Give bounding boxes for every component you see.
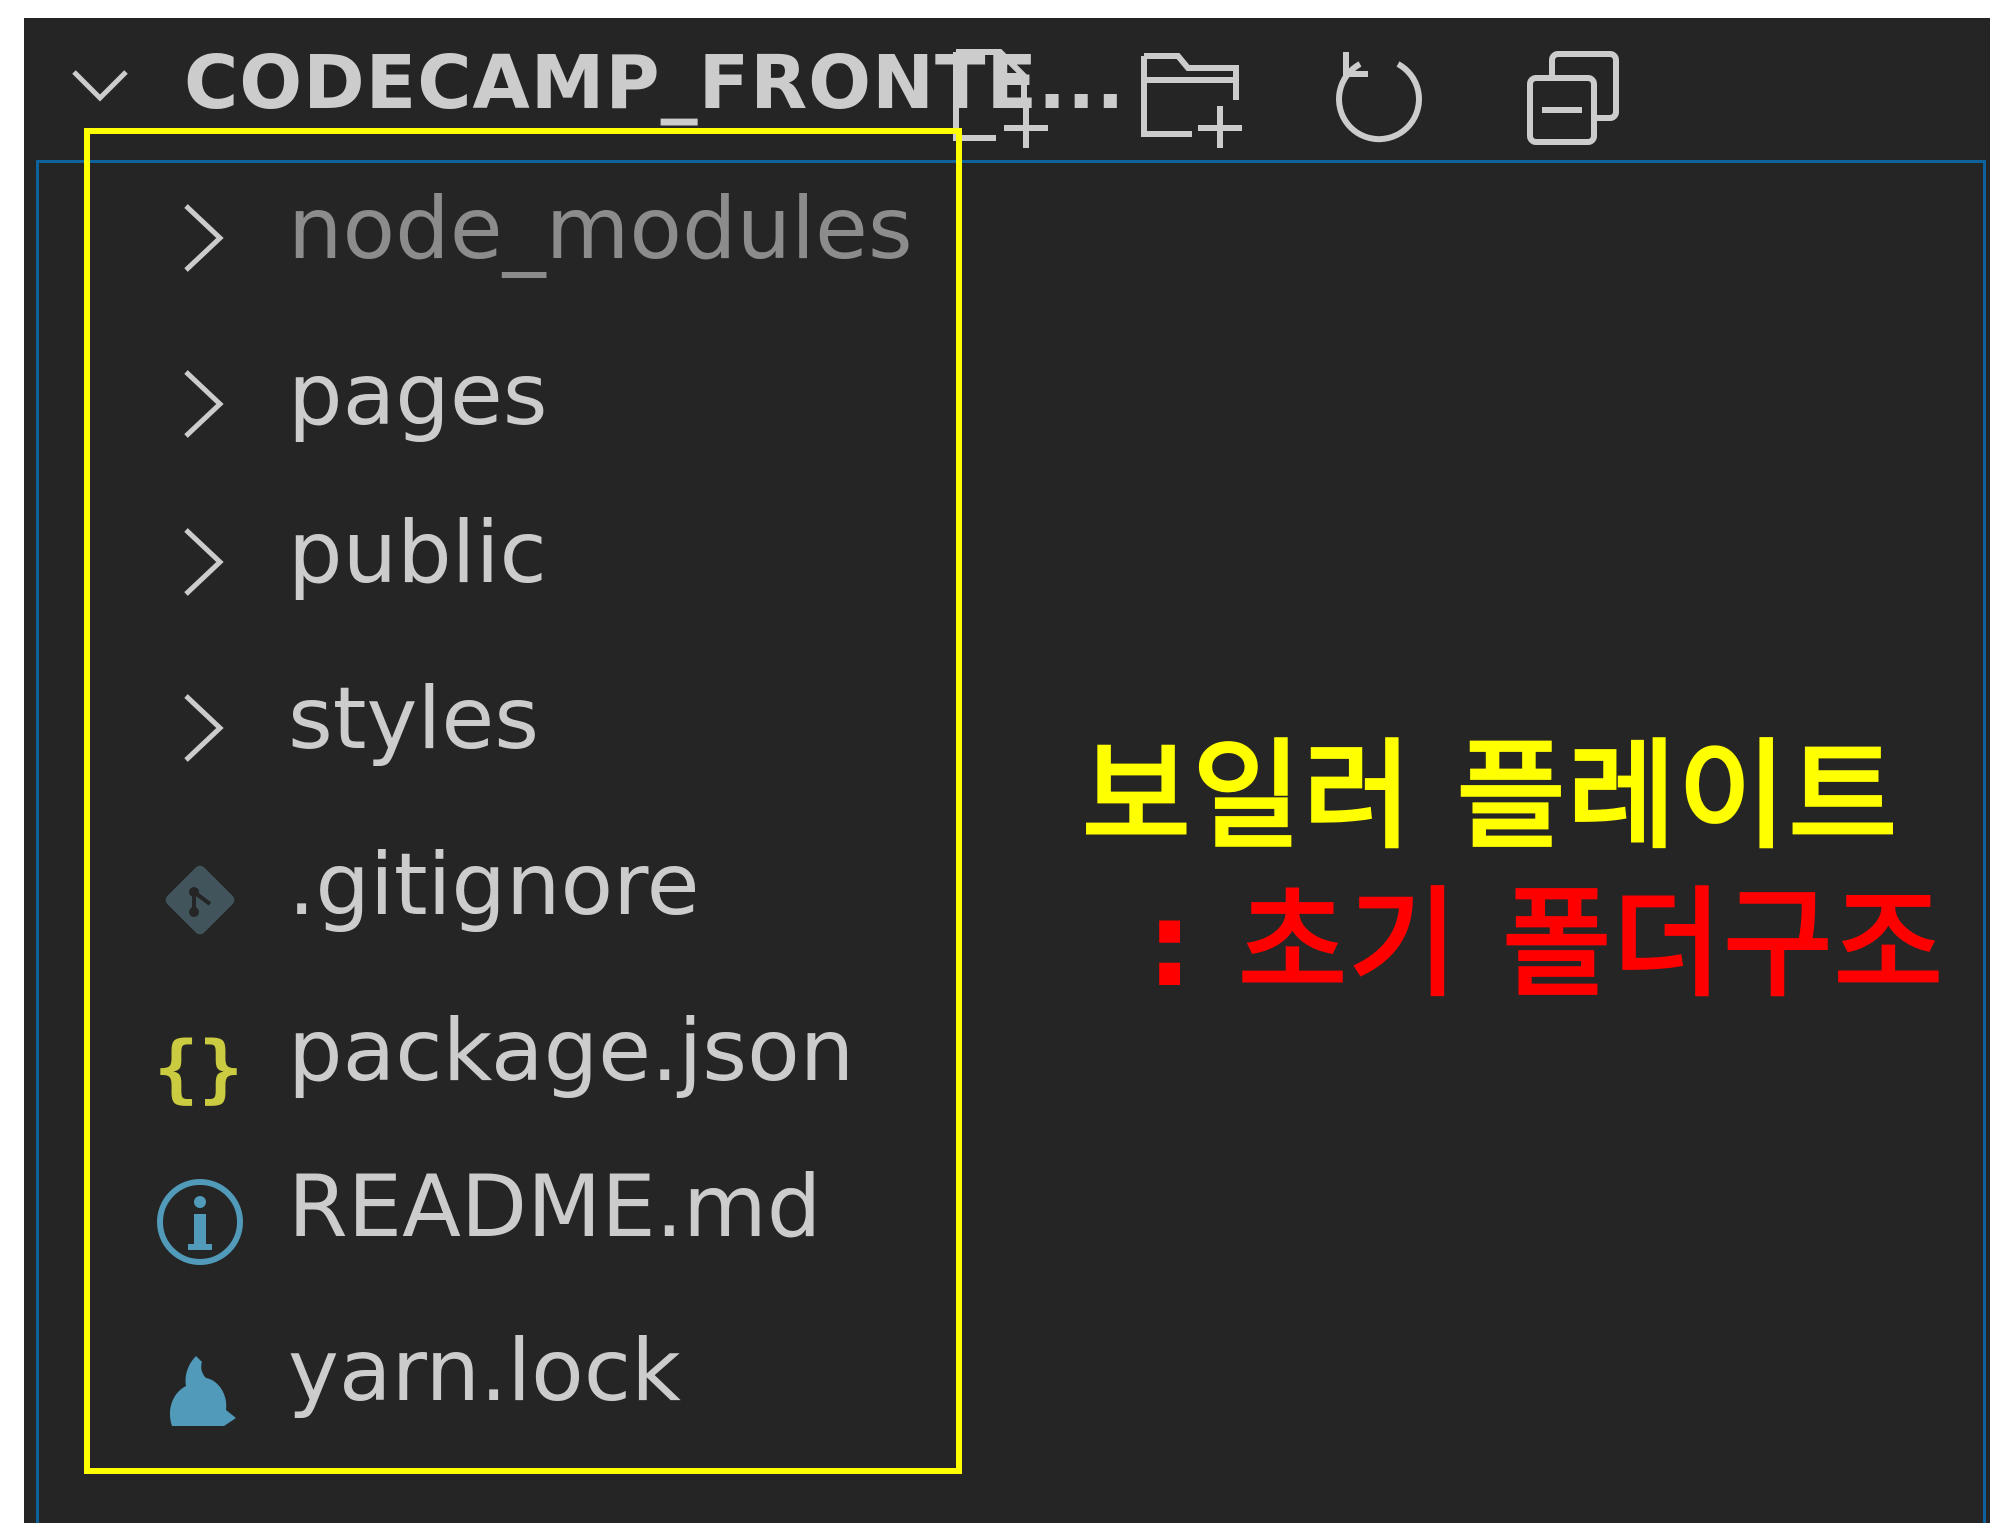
chevron-right-icon[interactable]: [176, 688, 230, 768]
tree-item-label: yarn.lock: [288, 1321, 681, 1421]
json-braces-icon: {}: [154, 1026, 243, 1112]
git-icon: [165, 865, 235, 935]
tree-item-label: README.md: [288, 1157, 822, 1257]
annotation-title: 보일러 플레이트: [1082, 727, 1900, 865]
tree-item-node-modules[interactable]: node_modules: [120, 168, 940, 298]
yarn-icon: [169, 1356, 236, 1426]
new-folder-icon[interactable]: [1136, 44, 1246, 154]
collapse-all-icon[interactable]: [1520, 44, 1630, 154]
annotation-subtitle: : 초기 폴더구조: [1146, 875, 1945, 1013]
chevron-down-icon[interactable]: [68, 52, 132, 116]
chevron-right-icon[interactable]: [176, 364, 230, 444]
tree-item-package-json[interactable]: {} package.json: [120, 990, 940, 1120]
tree-item-label: node_modules: [288, 179, 913, 279]
tree-item-readme[interactable]: README.md: [120, 1146, 940, 1276]
tree-item-label: styles: [288, 669, 540, 769]
chevron-right-icon[interactable]: [176, 198, 230, 278]
tree-item-gitignore[interactable]: .gitignore: [120, 824, 940, 954]
tree-item-pages[interactable]: pages: [120, 334, 940, 464]
tree-item-public[interactable]: public: [120, 492, 940, 622]
refresh-icon[interactable]: [1324, 44, 1434, 154]
tree-item-label: package.json: [288, 1001, 855, 1101]
chevron-right-icon[interactable]: [176, 522, 230, 602]
new-file-icon[interactable]: [944, 44, 1054, 154]
tree-item-styles[interactable]: styles: [120, 658, 940, 788]
info-icon: [157, 1179, 243, 1265]
tree-item-label: public: [288, 503, 547, 603]
tree-item-label: .gitignore: [288, 835, 700, 935]
tree-item-yarn-lock[interactable]: yarn.lock: [120, 1310, 940, 1440]
explorer-header[interactable]: CODECAMP_FRONTE...: [24, 18, 1990, 160]
tree-item-label: pages: [288, 345, 548, 445]
svg-text:{}: {}: [154, 1026, 243, 1112]
